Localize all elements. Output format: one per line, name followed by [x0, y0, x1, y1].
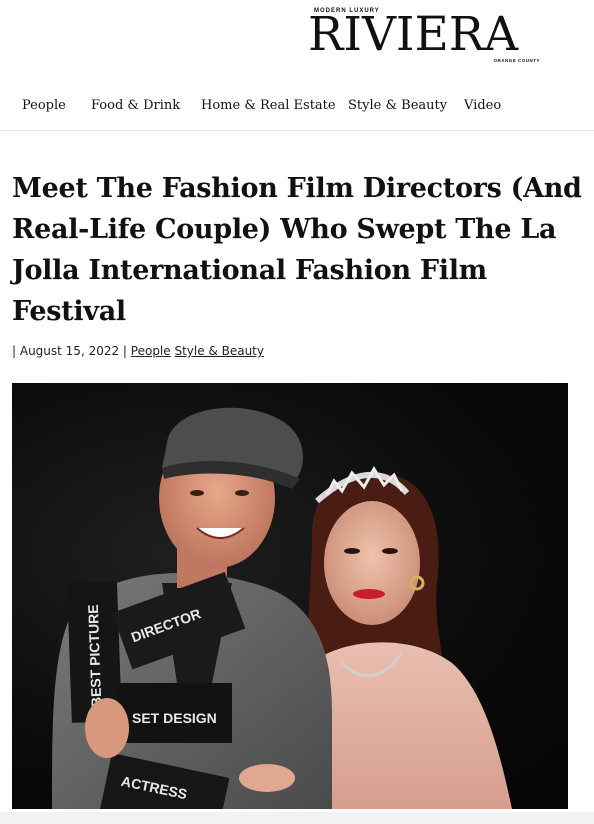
category-link-people[interactable]: People — [131, 344, 171, 358]
logo-wordmark: RIVIERA — [308, 7, 519, 62]
hero-illustration: BEST PICTURE DIRECTOR SET DESIGN ACTRESS — [52, 407, 512, 809]
site-logo[interactable]: MODERN LUXURY RIVIERA ORANGE COUNTY — [308, 8, 544, 66]
meta-separator: | — [12, 344, 20, 358]
nav-item-home-real-estate[interactable]: Home & Real Estate — [201, 98, 336, 113]
hero-image: BEST PICTURE DIRECTOR SET DESIGN ACTRESS — [12, 383, 568, 809]
nav-item-food-drink[interactable]: Food & Drink — [91, 98, 180, 113]
article-date: August 15, 2022 — [19, 344, 120, 358]
card-set-design: SET DESIGN — [117, 683, 232, 743]
nav-item-people[interactable]: People — [22, 98, 66, 113]
category-link-style-beauty[interactable]: Style & Beauty — [174, 344, 264, 358]
article-title: Meet The Fashion Film Directors (And Rea… — [12, 173, 582, 327]
logo-region: ORANGE COUNTY — [493, 58, 540, 63]
nav-item-style-beauty[interactable]: Style & Beauty — [348, 98, 447, 113]
meta-separator: | — [119, 344, 131, 358]
card-label-set-design: SET DESIGN — [132, 710, 217, 726]
main-nav: People Food & Drink Home & Real Estate S… — [0, 90, 594, 131]
page-bottom-strip — [0, 812, 594, 824]
nav-item-video[interactable]: Video — [464, 98, 501, 113]
article-meta: | August 15, 2022 | People Style & Beaut… — [12, 344, 264, 358]
